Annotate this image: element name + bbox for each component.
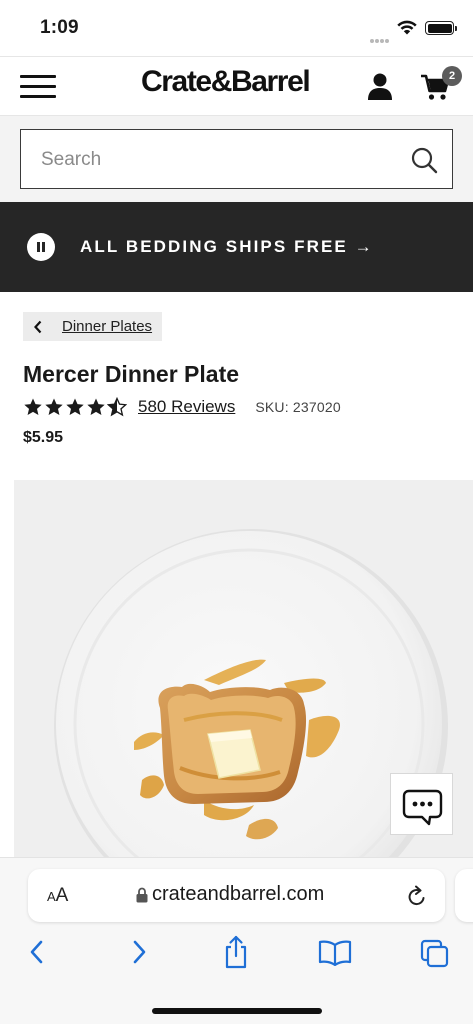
site-header: Crate&Barrel (0, 56, 473, 116)
star-icon (24, 398, 42, 415)
sku-label: SKU: 237020 (255, 399, 341, 415)
search-icon[interactable] (410, 146, 438, 174)
star-icon (45, 398, 63, 415)
search-box[interactable] (20, 129, 453, 189)
chat-button[interactable] (390, 773, 453, 835)
browser-bottom-bar: AA crateandbarrel.com (0, 857, 473, 1024)
lock-icon (136, 887, 148, 902)
promo-text[interactable]: ALL BEDDING SHIPS FREE → (80, 237, 374, 257)
search-bar-container (0, 116, 473, 202)
menu-icon[interactable] (20, 73, 56, 99)
star-icon (87, 398, 105, 415)
address-bar[interactable]: AA crateandbarrel.com (28, 869, 445, 922)
forward-icon[interactable] (130, 938, 148, 966)
share-icon[interactable] (222, 935, 250, 969)
pause-icon (37, 242, 40, 252)
breadcrumb-link-dinner-plates[interactable]: Dinner Plates (62, 318, 152, 335)
star-icon (66, 398, 84, 415)
status-time: 1:09 (40, 17, 79, 38)
signal-dots-icon (370, 30, 390, 43)
next-tab-preview[interactable] (455, 869, 473, 922)
search-input[interactable] (41, 146, 401, 174)
reviews-link[interactable]: 580 Reviews (138, 397, 235, 417)
text-size-button[interactable]: AA (47, 885, 68, 907)
product-title: Mercer Dinner Plate (23, 361, 240, 387)
cart-count-badge: 2 (442, 66, 462, 86)
half-star-icon (107, 397, 127, 417)
battery-icon (425, 21, 457, 35)
tabs-icon[interactable] (420, 939, 450, 969)
site-logo[interactable]: Crate&Barrel (141, 65, 311, 99)
home-indicator (152, 1008, 322, 1014)
status-bar: 1:09 (0, 0, 473, 56)
reload-icon[interactable] (406, 884, 428, 908)
wifi-icon (397, 20, 417, 35)
promo-banner[interactable]: ALL BEDDING SHIPS FREE → (0, 202, 473, 292)
rating-stars[interactable] (23, 397, 128, 417)
breadcrumb[interactable]: Dinner Plates (23, 312, 163, 341)
chat-icon (402, 789, 443, 826)
pause-button[interactable] (27, 233, 55, 261)
url-display[interactable]: crateandbarrel.com (136, 883, 324, 906)
back-icon[interactable] (28, 938, 46, 966)
product-price: $5.95 (23, 429, 64, 446)
rating-row: 580 Reviews SKU: 237020 (23, 396, 341, 418)
bookmarks-icon[interactable] (318, 940, 352, 966)
browser-toolbar (0, 935, 473, 978)
account-icon[interactable] (366, 71, 394, 101)
chevron-left-icon[interactable] (23, 312, 52, 341)
url-text[interactable]: crateandbarrel.com (152, 883, 324, 906)
